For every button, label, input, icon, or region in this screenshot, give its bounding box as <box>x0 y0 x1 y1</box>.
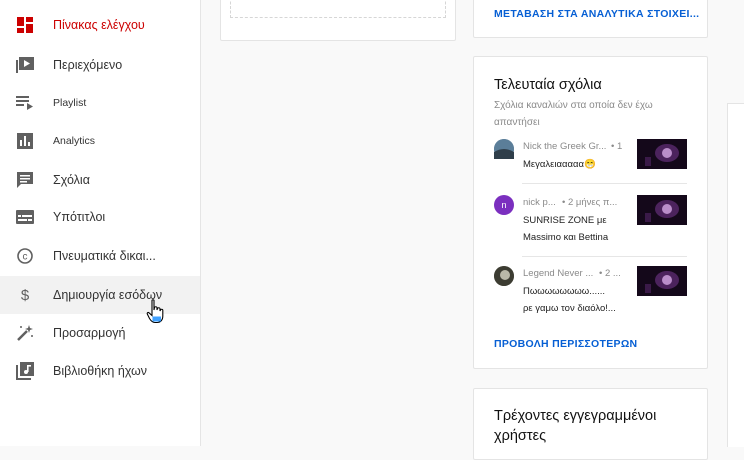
sidebar-item-label: Σχόλια <box>53 173 90 187</box>
subtitles-icon <box>16 208 34 226</box>
sidebar-item-label: Υπότιτλοι <box>53 210 106 224</box>
sidebar-item-label: Βιβλιοθήκη ήχων <box>53 364 148 378</box>
comment-text-cont: Massimo και Bettina <box>523 232 609 243</box>
dollar-icon: $ <box>16 286 34 304</box>
svg-text:$: $ <box>21 287 30 303</box>
video-thumbnail[interactable] <box>637 266 687 296</box>
right-edge-card <box>727 103 744 447</box>
subscribers-card-title: Τρέχοντες εγγεγραμμένοι <box>494 408 657 424</box>
sidebar-item-label: Προσαρμογή <box>53 326 126 340</box>
sidebar-item-label: Analytics <box>53 135 96 147</box>
main-top-card <box>220 0 456 41</box>
comment-text: SUNRISE ZONE με <box>523 215 607 226</box>
sidebar-item-monetization[interactable]: $ Δημιουργία εσόδων <box>0 276 200 314</box>
comment-item[interactable]: Nick the Greek Gr... • 1 Μεγαλειααααα😁 <box>494 139 688 179</box>
subscribers-card-title-cont: χρήστες <box>494 428 547 444</box>
sidebar-item-label: Περιεχόμενο <box>53 58 123 72</box>
audio-library-icon <box>16 362 34 380</box>
comment-author[interactable]: nick p... <box>523 197 556 208</box>
comments-card-subtitle: Σχόλια καναλιών στα οποία δεν έχω <box>494 100 653 111</box>
analytics-card: ΜΕΤΑΒΑΣΗ ΣΤΑ ΑΝΑΛΥΤΙΚΑ ΣΤΟΙΧΕΙ... <box>473 0 708 38</box>
comments-icon <box>16 171 34 189</box>
analytics-icon <box>16 132 34 150</box>
sidebar-item-audio-library[interactable]: Βιβλιοθήκη ήχων <box>0 352 200 390</box>
current-subscribers-card: Τρέχοντες εγγεγραμμένοι χρήστες <box>473 388 708 460</box>
sidebar-item-customization[interactable]: Προσαρμογή <box>0 314 200 352</box>
dashed-upload-area <box>230 0 446 18</box>
comments-card-subtitle-cont: απαντήσει <box>494 117 540 128</box>
comments-card-title: Τελευταία σχόλια <box>494 77 602 93</box>
view-more-link[interactable]: ΠΡΟΒΟΛΗ ΠΕΡΙΣΣΟΤΕΡΩΝ <box>494 338 637 350</box>
comment-time: • 1 <box>611 141 623 152</box>
playlist-icon <box>16 94 34 112</box>
comment-author[interactable]: Legend Never ... <box>523 268 593 279</box>
comment-text-cont: ρε γαμω τον διαόλο!... <box>523 303 616 314</box>
comment-time: • 2 μήνες π... <box>562 197 618 208</box>
sidebar-item-analytics[interactable]: Analytics <box>0 122 200 160</box>
sidebar-item-label: Πνευματικά δικαι... <box>53 249 156 263</box>
hand-cursor-icon <box>146 299 166 330</box>
go-to-analytics-link[interactable]: ΜΕΤΑΒΑΣΗ ΣΤΑ ΑΝΑΛΥΤΙΚΑ ΣΤΟΙΧΕΙ... <box>494 8 699 20</box>
magic-wand-icon <box>16 324 34 342</box>
comment-text: Πωωωωωωωω...... <box>523 286 606 297</box>
sidebar-item-content[interactable]: Περιεχόμενο <box>0 46 200 84</box>
avatar: n <box>494 195 514 215</box>
divider <box>522 183 687 184</box>
content-icon <box>16 56 34 74</box>
comment-author[interactable]: Nick the Greek Gr... <box>523 141 606 152</box>
avatar <box>494 266 514 286</box>
copyright-icon: c <box>16 247 34 265</box>
comment-item[interactable]: Legend Never ... • 2 ... Πωωωωωωωω......… <box>494 266 688 318</box>
sidebar-item-dashboard[interactable]: Πίνακας ελέγχου <box>0 6 200 44</box>
sidebar: Πίνακας ελέγχου Περιεχόμενο Playlist Ana… <box>0 0 201 446</box>
sidebar-item-comments[interactable]: Σχόλια <box>0 161 200 199</box>
comment-time: • 2 ... <box>599 268 621 279</box>
sidebar-item-label: Πίνακας ελέγχου <box>53 18 145 32</box>
sidebar-item-copyright[interactable]: c Πνευματικά δικαι... <box>0 237 200 275</box>
divider <box>522 256 687 257</box>
svg-text:c: c <box>23 252 28 263</box>
sidebar-item-playlist[interactable]: Playlist <box>0 84 200 122</box>
comment-text: Μεγαλειααααα😁 <box>523 159 596 170</box>
avatar <box>494 139 514 159</box>
sidebar-item-subtitles[interactable]: Υπότιτλοι <box>0 198 200 236</box>
video-thumbnail[interactable] <box>637 195 687 225</box>
video-thumbnail[interactable] <box>637 139 687 169</box>
comment-item[interactable]: n nick p... • 2 μήνες π... SUNRISE ZONE … <box>494 195 688 247</box>
sidebar-item-label: Playlist <box>53 97 87 109</box>
latest-comments-card: Τελευταία σχόλια Σχόλια καναλιών στα οπο… <box>473 56 708 369</box>
dashboard-icon <box>16 16 34 34</box>
